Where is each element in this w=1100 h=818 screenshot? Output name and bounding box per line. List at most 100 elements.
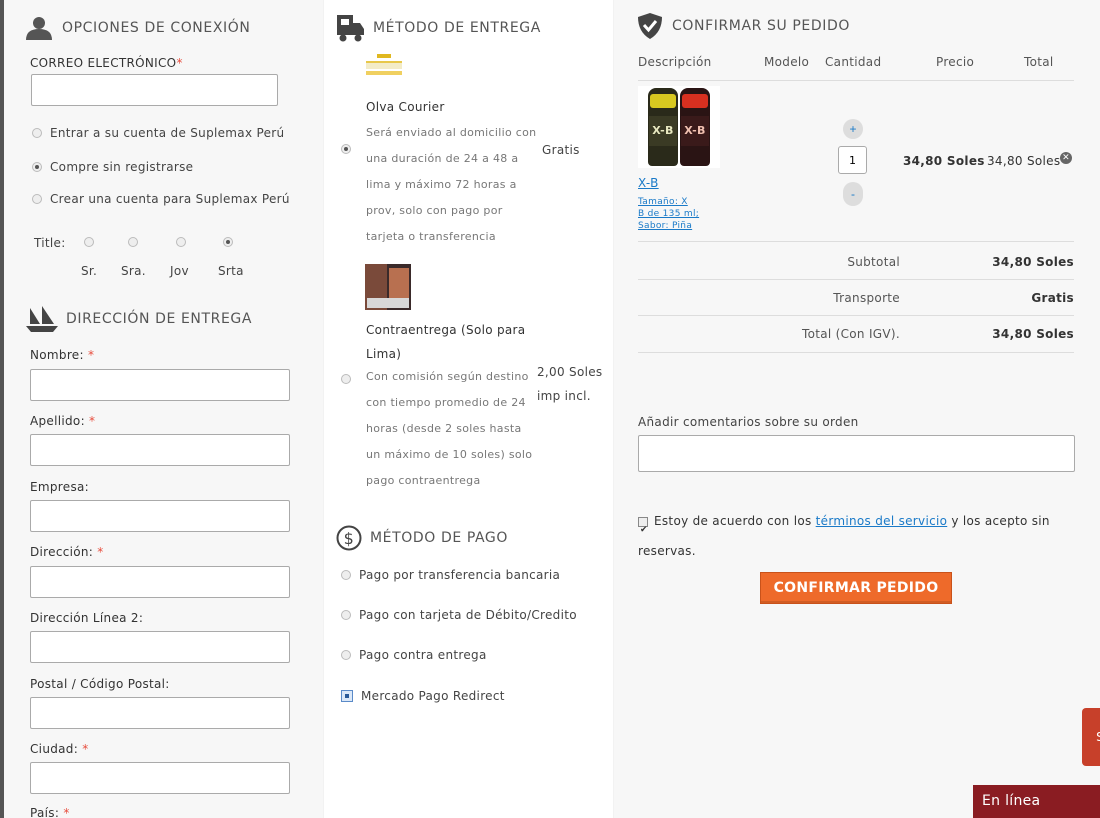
address-input[interactable] bbox=[30, 566, 290, 598]
city-label: Ciudad: * bbox=[30, 742, 89, 756]
transport-value: Gratis bbox=[1031, 291, 1074, 305]
radio-card[interactable] bbox=[341, 610, 351, 620]
email-label: CORREO ELECTRÓNICO* bbox=[30, 56, 183, 70]
qty-input[interactable] bbox=[838, 146, 867, 174]
terms-row: ✔ Estoy de acuerdo con los términos del s… bbox=[638, 514, 1050, 558]
truck-icon bbox=[335, 13, 365, 43]
login-options-header: OPCIONES DE CONEXIÓN bbox=[24, 16, 250, 40]
chat-online-button[interactable]: En línea bbox=[973, 785, 1100, 818]
col-header-quantity: Cantidad bbox=[825, 55, 882, 69]
postal-input[interactable] bbox=[30, 697, 290, 729]
title-label: Title: bbox=[34, 236, 66, 250]
shipping-payment-column: MÉTODO DE ENTREGA Olva Courier Será envi… bbox=[324, 0, 613, 818]
subtotal-value: 34,80 Soles bbox=[992, 255, 1074, 269]
olva-radio[interactable] bbox=[341, 144, 351, 154]
login-option-guest[interactable]: Compre sin registrarse bbox=[32, 160, 193, 174]
product-attributes: Tamaño: X B de 135 ml; Sabor: Piña bbox=[638, 197, 700, 231]
side-tab[interactable]: S bbox=[1082, 708, 1100, 766]
login-option-login[interactable]: Entrar a su cuenta de Suplemax Perú bbox=[32, 126, 284, 140]
olva-price: Gratis bbox=[542, 143, 580, 157]
qty-increase-button[interactable]: + bbox=[843, 119, 863, 139]
subtotal-divider bbox=[638, 279, 1074, 280]
ship-icon bbox=[26, 306, 58, 332]
payment-option-transfer[interactable]: Pago por transferencia bancaria bbox=[341, 568, 560, 582]
address2-label: Dirección Línea 2: bbox=[30, 611, 144, 625]
radio-guest[interactable] bbox=[32, 162, 42, 172]
address-label: Dirección: * bbox=[30, 545, 104, 559]
total-divider bbox=[638, 352, 1074, 353]
payment-option-card[interactable]: Pago con tarjeta de Débito/Credito bbox=[341, 608, 577, 622]
title-jov-label: Jov bbox=[170, 264, 189, 278]
terms-checkbox[interactable]: ✔ bbox=[638, 516, 648, 535]
terms-link[interactable]: términos del servicio bbox=[816, 514, 948, 528]
shipping-method-title: MÉTODO DE ENTREGA bbox=[373, 20, 541, 36]
payment-option-mercadopago[interactable]: Mercado Pago Redirect bbox=[341, 689, 505, 703]
svg-text:$: $ bbox=[344, 529, 355, 548]
title-radio-srta[interactable] bbox=[223, 237, 233, 247]
radio-cod[interactable] bbox=[341, 650, 351, 660]
login-address-column: OPCIONES DE CONEXIÓN CORREO ELECTRÓNICO*… bbox=[0, 0, 323, 818]
olva-description: Será enviado al domicilio con una duraci… bbox=[366, 126, 537, 243]
payment-method-title: MÉTODO DE PAGO bbox=[370, 530, 508, 546]
olva-name: Olva Courier bbox=[366, 100, 445, 114]
radio-login[interactable] bbox=[32, 128, 42, 138]
remove-item-icon[interactable]: ✕ bbox=[1060, 152, 1072, 164]
lastname-label: Apellido: * bbox=[30, 414, 96, 428]
radio-mercadopago[interactable] bbox=[341, 690, 353, 702]
col-header-total: Total bbox=[1024, 55, 1054, 69]
olva-logo bbox=[366, 54, 402, 88]
comments-label: Añadir comentarios sobre su orden bbox=[638, 415, 859, 429]
contraentrega-image bbox=[365, 264, 411, 310]
firstname-label: Nombre: * bbox=[30, 348, 95, 362]
title-sr-label: Sr. bbox=[81, 264, 98, 278]
contraentrega-name: Contraentrega (Solo para Lima) bbox=[366, 323, 526, 361]
company-label: Empresa: bbox=[30, 480, 89, 494]
contraentrega-radio[interactable] bbox=[341, 374, 351, 384]
qty-decrease-button[interactable]: - bbox=[843, 182, 863, 206]
firstname-input[interactable] bbox=[30, 369, 290, 401]
contraentrega-description: Con comisión según destino con tiempo pr… bbox=[366, 370, 533, 487]
contraentrega-price: 2,00 Soles imp incl. bbox=[537, 365, 603, 403]
grand-total-value: 34,80 Soles bbox=[992, 327, 1074, 341]
order-confirm-header: CONFIRMAR SU PEDIDO bbox=[636, 12, 850, 40]
item-total: 34,80 Soles bbox=[987, 154, 1061, 168]
title-radio-sra[interactable] bbox=[128, 237, 138, 247]
grand-total-label: Total (Con IGV). bbox=[801, 327, 900, 341]
transport-divider bbox=[638, 315, 1074, 316]
delivery-address-header: DIRECCIÓN DE ENTREGA bbox=[26, 306, 252, 332]
subtotal-label: Subtotal bbox=[847, 255, 900, 269]
title-radio-jov[interactable] bbox=[176, 237, 186, 247]
address2-input[interactable] bbox=[30, 631, 290, 663]
title-sra-label: Sra. bbox=[121, 264, 146, 278]
comments-textarea[interactable] bbox=[638, 435, 1075, 472]
product-name-link[interactable]: X-B bbox=[638, 176, 659, 190]
col-header-description: Descripción bbox=[638, 55, 712, 69]
company-input[interactable] bbox=[30, 500, 290, 532]
payment-method-header: $ MÉTODO DE PAGO bbox=[336, 525, 508, 551]
country-label: País: * bbox=[30, 806, 70, 818]
confirm-order-button[interactable]: CONFIRMAR PEDIDO bbox=[760, 572, 952, 604]
item-price: 34,80 Soles bbox=[903, 154, 985, 168]
radio-transfer[interactable] bbox=[341, 570, 351, 580]
dollar-icon: $ bbox=[336, 525, 362, 551]
login-options-title: OPCIONES DE CONEXIÓN bbox=[62, 20, 251, 36]
user-icon bbox=[24, 16, 54, 40]
col-header-price: Precio bbox=[936, 55, 975, 69]
order-confirm-title: CONFIRMAR SU PEDIDO bbox=[672, 18, 850, 34]
shield-check-icon bbox=[636, 12, 664, 40]
product-image: X-B X-B bbox=[638, 86, 720, 168]
title-srta-label: Srta bbox=[218, 264, 244, 278]
payment-option-cod[interactable]: Pago contra entrega bbox=[341, 648, 487, 662]
email-input[interactable] bbox=[31, 74, 278, 106]
postal-label: Postal / Código Postal: bbox=[30, 677, 170, 691]
city-input[interactable] bbox=[30, 762, 290, 794]
col-header-model: Modelo bbox=[764, 55, 810, 69]
delivery-address-title: DIRECCIÓN DE ENTREGA bbox=[66, 311, 253, 327]
login-option-register[interactable]: Crear una cuenta para Suplemax Perú bbox=[32, 192, 290, 206]
radio-register[interactable] bbox=[32, 194, 42, 204]
title-radio-sr[interactable] bbox=[84, 237, 94, 247]
lastname-input[interactable] bbox=[30, 434, 290, 466]
item-divider bbox=[638, 241, 1074, 242]
order-confirm-column: CONFIRMAR SU PEDIDO Descripción Modelo C… bbox=[614, 0, 1100, 818]
shipping-method-header: MÉTODO DE ENTREGA bbox=[335, 13, 541, 43]
